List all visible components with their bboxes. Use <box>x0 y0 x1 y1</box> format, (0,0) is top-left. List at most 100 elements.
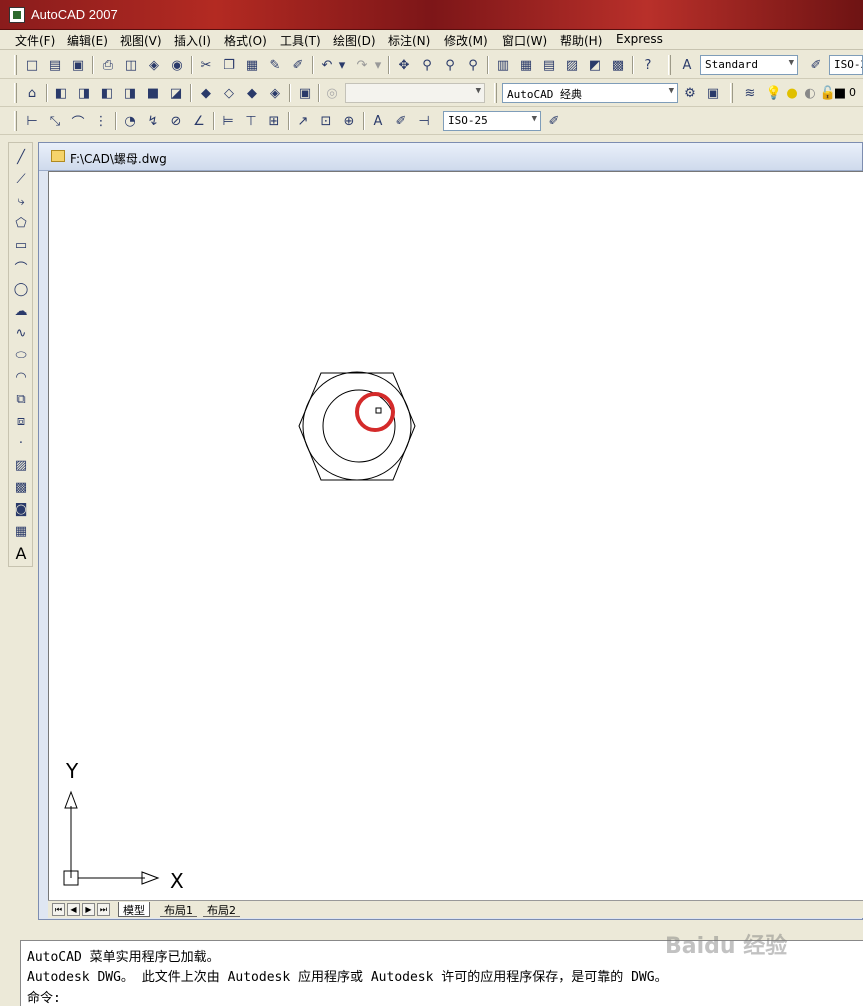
front-view-icon[interactable]: ■ <box>143 83 163 103</box>
named-views-icon[interactable]: ▣ <box>295 83 315 103</box>
layer-freeze-sun-icon[interactable]: ● <box>782 83 802 103</box>
toolbar-grip[interactable] <box>730 83 733 103</box>
rectangle-icon[interactable]: ▭ <box>11 235 31 255</box>
redo-dropdown-icon[interactable]: ▾ <box>372 55 384 75</box>
arc-icon[interactable]: ⌒ <box>11 257 31 277</box>
bottom-view-icon[interactable]: ◨ <box>74 83 94 103</box>
drawing-canvas[interactable]: Y X <box>48 171 863 901</box>
command-prompt[interactable]: 命令: <box>27 987 61 1006</box>
block-editor-icon[interactable]: ✐ <box>288 55 308 75</box>
last-tab-icon[interactable]: ⏭ <box>97 903 110 916</box>
copy-icon[interactable]: ❐ <box>219 55 239 75</box>
design-center-icon[interactable]: ▦ <box>516 55 536 75</box>
dim-style-icon[interactable]: ✐ <box>806 55 826 75</box>
arc-length-icon[interactable]: ⌒ <box>68 111 88 131</box>
text-style-select[interactable]: Standard ▼ <box>700 55 798 75</box>
menu-modify[interactable]: 修改(M) <box>444 32 488 49</box>
quick-dim-icon[interactable]: ⊨ <box>218 111 238 131</box>
dim-style-select-top[interactable]: ISO-2 <box>829 55 863 75</box>
ne-iso-icon[interactable]: ◆ <box>242 83 262 103</box>
ellipse-icon[interactable]: ⬭ <box>11 345 31 365</box>
new-file-icon[interactable]: □ <box>22 55 42 75</box>
ellipse-arc-icon[interactable]: ◠ <box>11 367 31 387</box>
polyline-icon[interactable]: ⤷ <box>11 191 31 211</box>
tolerance-icon[interactable]: ⊡ <box>316 111 336 131</box>
menu-help[interactable]: 帮助(H) <box>560 32 602 49</box>
tool-palettes-icon[interactable]: ▤ <box>539 55 559 75</box>
circle-icon[interactable]: ◯ <box>11 279 31 299</box>
menu-window[interactable]: 窗口(W) <box>502 32 547 49</box>
menu-view[interactable]: 视图(V) <box>120 32 162 49</box>
continue-dim-icon[interactable]: ⊞ <box>264 111 284 131</box>
left-view-icon[interactable]: ◧ <box>97 83 117 103</box>
zoom-previous-icon[interactable]: ⚲ <box>463 55 483 75</box>
diameter-dim-icon[interactable]: ⊘ <box>166 111 186 131</box>
dim-style-manager-icon[interactable]: ✐ <box>544 111 564 131</box>
layer-name[interactable]: 0 <box>849 86 856 99</box>
match-properties-icon[interactable]: ✎ <box>265 55 285 75</box>
layer-manager-icon[interactable]: ≋ <box>740 83 760 103</box>
tab-layout1[interactable]: 布局1 <box>160 902 197 917</box>
back-view-icon[interactable]: ◪ <box>166 83 186 103</box>
3d-dwf-icon[interactable]: ◉ <box>167 55 187 75</box>
toolbar-grip[interactable] <box>14 55 17 75</box>
redo-icon[interactable]: ↷ <box>352 55 372 75</box>
toolbar-grip[interactable] <box>14 111 17 131</box>
menu-express[interactable]: Express <box>616 32 663 46</box>
ordinate-dim-icon[interactable]: ⋮ <box>91 111 111 131</box>
center-mark-icon[interactable]: ⊕ <box>339 111 359 131</box>
angular-dim-icon[interactable]: ∠ <box>189 111 209 131</box>
table-icon[interactable]: ▦ <box>11 521 31 541</box>
multiline-text-icon[interactable]: A <box>11 543 31 563</box>
ucs-icon[interactable]: ⌂ <box>22 83 42 103</box>
aligned-dim-icon[interactable]: ⤡ <box>45 111 65 131</box>
layer-color-swatch[interactable]: ■ <box>834 83 846 103</box>
menu-insert[interactable]: 插入(I) <box>174 32 211 49</box>
text-style-icon[interactable]: A <box>677 55 697 75</box>
print-icon[interactable]: ⎙ <box>98 55 118 75</box>
line-icon[interactable]: ╱ <box>11 147 31 167</box>
tab-layout2[interactable]: 布局2 <box>203 902 240 917</box>
toolbar-toggle-icon[interactable]: ▣ <box>703 83 723 103</box>
prev-tab-icon[interactable]: ◀ <box>67 903 80 916</box>
hatch-icon[interactable]: ▨ <box>11 455 31 475</box>
top-view-icon[interactable]: ◧ <box>51 83 71 103</box>
menu-edit[interactable]: 编辑(E) <box>67 32 108 49</box>
insert-block-icon[interactable]: ⧉ <box>11 389 31 409</box>
quick-leader-icon[interactable]: ↗ <box>293 111 313 131</box>
first-tab-icon[interactable]: ⏮ <box>52 903 65 916</box>
help-icon[interactable]: ? <box>638 55 658 75</box>
hexagon-outline[interactable] <box>298 372 416 481</box>
calculator-icon[interactable]: ▩ <box>608 55 628 75</box>
dim-text-edit-icon[interactable]: ✐ <box>391 111 411 131</box>
markup-icon[interactable]: ◩ <box>585 55 605 75</box>
publish-icon[interactable]: ◈ <box>144 55 164 75</box>
radius-dim-icon[interactable]: ◔ <box>120 111 140 131</box>
polygon-icon[interactable]: ⬠ <box>11 213 31 233</box>
dim-edit-icon[interactable]: A <box>368 111 388 131</box>
autocad-app-icon[interactable] <box>9 7 25 23</box>
point-icon[interactable]: · <box>11 433 31 453</box>
tab-model[interactable]: 模型 <box>118 902 150 917</box>
save-icon[interactable]: ▣ <box>68 55 88 75</box>
cut-icon[interactable]: ✂ <box>196 55 216 75</box>
layer-viewport-freeze-icon[interactable]: ◐ <box>800 83 820 103</box>
right-view-icon[interactable]: ◨ <box>120 83 140 103</box>
menu-tools[interactable]: 工具(T) <box>280 32 321 49</box>
sw-iso-icon[interactable]: ◆ <box>196 83 216 103</box>
sheet-set-icon[interactable]: ▨ <box>562 55 582 75</box>
linear-dim-icon[interactable]: ⊢ <box>22 111 42 131</box>
revision-cloud-icon[interactable]: ☁ <box>11 301 31 321</box>
make-block-icon[interactable]: ⧈ <box>11 411 31 431</box>
zoom-window-icon[interactable]: ⚲ <box>440 55 460 75</box>
pan-icon[interactable]: ✥ <box>394 55 414 75</box>
print-preview-icon[interactable]: ◫ <box>121 55 141 75</box>
menu-format[interactable]: 格式(O) <box>224 32 267 49</box>
region-icon[interactable]: ◙ <box>11 499 31 519</box>
undo-icon[interactable]: ↶ <box>317 55 337 75</box>
construction-line-icon[interactable]: ⟋ <box>11 169 31 189</box>
properties-icon[interactable]: ▥ <box>493 55 513 75</box>
spline-icon[interactable]: ∿ <box>11 323 31 343</box>
menu-file[interactable]: 文件(F) <box>15 32 55 49</box>
workspace-settings-icon[interactable]: ⚙ <box>680 83 700 103</box>
